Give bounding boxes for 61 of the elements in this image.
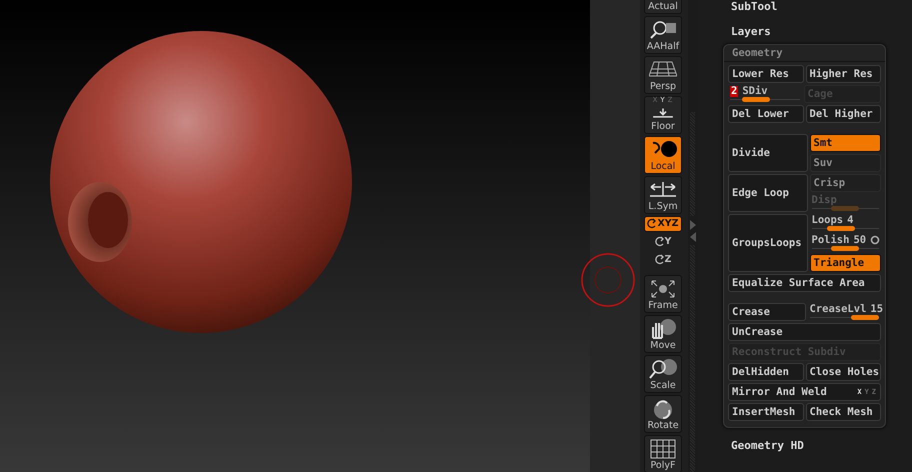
slider[interactable]: CreaseLvl 15 — [808, 303, 881, 321]
frame-corners-icon — [649, 278, 677, 300]
slider-label: CreaseLvl — [810, 303, 866, 315]
slider-thumb[interactable] — [827, 226, 856, 231]
menu-header[interactable]: Layers — [723, 20, 886, 45]
rotate-arrow-icon — [654, 236, 665, 248]
tool-button[interactable]: Edge Loop — [728, 174, 808, 212]
tool-button[interactable]: Check Mesh — [806, 403, 881, 421]
panel-title[interactable]: Geometry — [724, 45, 885, 62]
tool-button[interactable]: Divide — [728, 134, 808, 172]
persp-button[interactable]: Persp — [644, 56, 682, 94]
toggle-button[interactable]: Smt — [810, 134, 881, 152]
y-rotate-button[interactable]: Y — [644, 234, 682, 250]
tool-button[interactable]: Lower Res — [728, 65, 804, 83]
rotate-arrow-icon — [647, 218, 658, 230]
slider[interactable]: Loops 4 — [810, 214, 881, 232]
tool-button[interactable]: Del Lower — [728, 105, 804, 123]
slider-value: 50 — [853, 234, 866, 246]
tool-button[interactable]: DelHidden — [728, 363, 804, 381]
frame-button[interactable]: Frame — [644, 275, 682, 313]
grid-icon — [649, 438, 677, 460]
circle-icon[interactable] — [870, 235, 880, 245]
lsym-button[interactable]: L.Sym — [644, 176, 682, 214]
tool-button[interactable]: Higher Res — [806, 65, 881, 83]
level-badge: 2 — [730, 86, 738, 96]
toggle-button[interactable]: Suv — [810, 154, 881, 172]
slider-thumb[interactable] — [851, 315, 879, 320]
slider-thumb[interactable] — [831, 246, 860, 251]
xyz-button[interactable]: XYZ — [644, 216, 682, 232]
tool-button[interactable]: Crease — [728, 303, 806, 321]
tool-button[interactable]: UnCrease — [728, 323, 881, 341]
slider-label: Polish — [812, 234, 850, 246]
slider-value: 15 — [870, 303, 884, 315]
tool-button[interactable]: Close Holes — [806, 363, 881, 381]
magnifier-icon — [649, 19, 677, 42]
toggle-button[interactable]: Triangle — [810, 254, 881, 272]
tool-button[interactable]: GroupsLoops — [728, 214, 808, 272]
magnifier-sphere-icon — [649, 358, 677, 380]
brush-cursor-icon — [580, 252, 636, 308]
polyf-button[interactable]: PolyF — [644, 435, 682, 472]
slider-label: Loops — [812, 214, 844, 226]
toggle-button[interactable]: Crisp — [810, 174, 881, 192]
scale-button[interactable]: Scale — [644, 355, 682, 393]
z-rotate-button[interactable]: Z — [644, 252, 682, 268]
hand-sphere-icon — [649, 318, 677, 340]
actual-button[interactable]: Actual — [644, 0, 682, 14]
tool-button[interactable]: Equalize Surface Area — [728, 274, 881, 292]
rotate-arrow-icon — [654, 254, 665, 266]
slider-label: SDiv — [742, 85, 768, 97]
local-button[interactable]: Local — [644, 136, 682, 174]
move-button[interactable]: Move — [644, 315, 682, 353]
slider[interactable]: 2 SDiv — [728, 85, 802, 103]
tool-button[interactable]: Del Higher — [806, 105, 881, 123]
slider-thumb[interactable] — [742, 97, 770, 102]
slider[interactable]: Polish 50 — [810, 234, 881, 252]
tool-button[interactable]: InsertMesh — [728, 403, 804, 421]
rotate-button[interactable]: Rotate — [644, 395, 682, 433]
slider-value: 4 — [847, 214, 854, 226]
aahalf-button[interactable]: AAHalf — [644, 16, 682, 54]
menu-header[interactable]: SubTool — [723, 0, 886, 20]
menu-header[interactable]: Geometry HD — [723, 434, 886, 459]
